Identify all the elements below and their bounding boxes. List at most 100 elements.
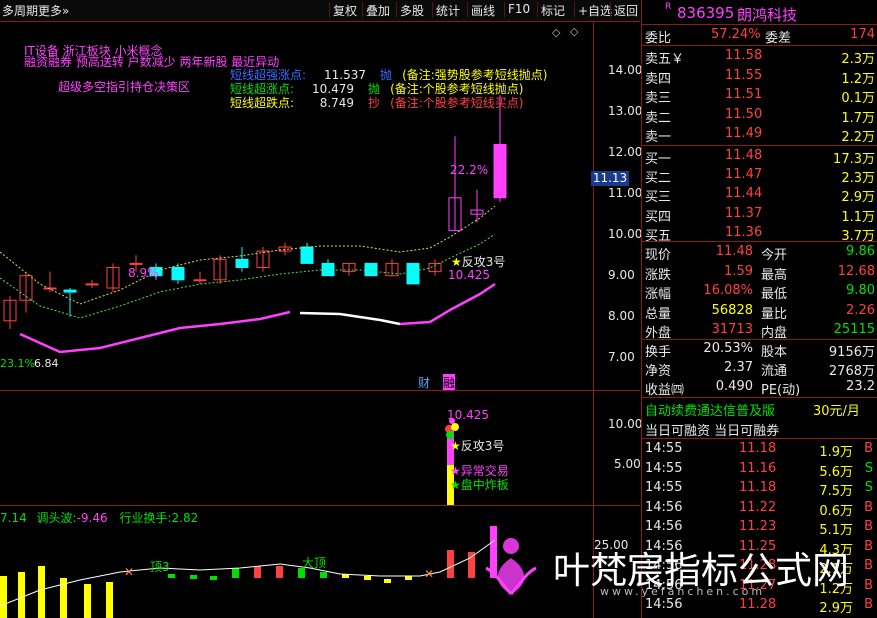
support-line-white (299, 311, 401, 326)
low-value-label: 6.84 (34, 357, 59, 370)
volume-bar (384, 579, 391, 583)
toolbar-button-3[interactable]: 统计 (436, 2, 460, 19)
ask-row: 卖四 11.55 1.2万 (645, 67, 875, 87)
volume-bar (106, 582, 113, 618)
volume-bar (364, 576, 371, 580)
note-row-2: 短线超跌点: 8.749 抄 (备注:个股参考短线买点) (230, 96, 524, 110)
trade-tick-row: 14:55 11.18 7.5万 S (645, 480, 873, 499)
trade-tick-row: 14:56 11.23 5.1万 B (645, 519, 873, 538)
sub1-tag-3: ★盘中炸板 (450, 478, 509, 492)
stat-row: 总量 56828 量比 2.26 (645, 302, 875, 322)
candle-body (43, 287, 57, 290)
more-button[interactable]: 更多» (38, 2, 69, 19)
main-chart: ◇ ◇ IT设备 浙江板块 小米概念 融资融券 预高送转 户数减少 两年新股 最… (0, 22, 643, 391)
sub2-header: 7.14 调头波:-9.46 行业换手:2.82 (0, 511, 199, 525)
toolbar-button-6[interactable]: 标记 (541, 2, 565, 19)
sub1-tag-1: ★反攻3号 (450, 439, 505, 453)
toolbar-button-7[interactable]: +自选 (578, 2, 612, 19)
candle-body (63, 289, 77, 293)
stat-row: 现价 11.48 今开 9.86 (645, 244, 875, 263)
sub-chart-1: 10.425 ★反攻3号 ★异常交易 ★盘中炸板 10.00 5.00 (0, 391, 643, 505)
toolbar-button-8[interactable]: 返回 (614, 2, 638, 19)
quote-panel: R 836395 朗鸿科技 委比 57.24% 委差 174 卖五￥ 11.58 2… (641, 0, 877, 618)
volume-bar (254, 566, 261, 578)
bid-row: 买二 11.47 2.3万 (645, 167, 875, 187)
stat2-row: 净资 2.37 流通 2768万 (645, 360, 875, 379)
toolbar-button-5[interactable]: F10 (508, 2, 530, 16)
sub1-value: 10.425 (447, 408, 489, 422)
toolbar: 多周期 更多» 复权 叠加 多股 统计 画线 F10 标记 +自选 返回 (0, 0, 640, 22)
ask-row: 卖一 11.49 2.2万 (645, 126, 875, 146)
ask-row: 卖二 11.50 1.7万 (645, 106, 875, 126)
trend-line (0, 539, 496, 607)
trade-tick-row: 14:55 11.18 1.9万 B (645, 441, 873, 460)
stat2-row: 换手 20.53% 股本 9156万 (645, 341, 875, 360)
toolbar-button-1[interactable]: 叠加 (366, 2, 390, 19)
main-ytick: 10.00 (608, 227, 643, 241)
bid-row: 买五 11.36 3.7万 (645, 224, 875, 244)
candle-body (129, 262, 143, 265)
tag-top: 大顶 (302, 556, 327, 570)
toolbar-button-2[interactable]: 多股 (400, 2, 424, 19)
candle-body (235, 258, 249, 269)
candle-body (171, 267, 185, 281)
price-tag: 11.13 (591, 171, 629, 186)
period-selector[interactable]: 多周期 (2, 2, 38, 19)
main-ytick: 8.00 (608, 309, 635, 323)
main-ytick: 9.00 (608, 268, 635, 282)
main-ytick: 13.00 (608, 104, 643, 118)
volume-bar (405, 576, 412, 580)
candle-body (300, 246, 314, 264)
weibi-row: 委比 57.24% 委差 174 (645, 27, 875, 46)
ask-row: 卖三 11.51 0.1万 (645, 87, 875, 107)
volume-bar (320, 572, 327, 578)
mid-band (0, 233, 496, 319)
cross-marker: ✕ (424, 567, 434, 581)
bid-row: 买一 11.48 17.3万 (645, 148, 875, 167)
pct-label-1: 8.9% (128, 266, 159, 280)
volume-bar (84, 584, 91, 618)
toolbar-button-0[interactable]: 复权 (333, 2, 357, 19)
header-line3: 超级多空指引持仓决策区 (58, 80, 191, 94)
fangong-value: 10.425 (448, 268, 490, 282)
volume-bar (276, 566, 283, 578)
volume-bar (18, 572, 25, 618)
tag-bottom: 顶3 (150, 560, 170, 574)
stat-row: 外盘 31713 内盘 25115 (645, 322, 875, 341)
stock-name: 朗鸿科技 (737, 6, 798, 24)
finance-icon[interactable]: 财 (418, 374, 430, 391)
volume-bar (468, 552, 475, 578)
sub1-ytick: 10.00 (608, 417, 643, 431)
support-line-2 (399, 282, 496, 326)
candle-body (85, 283, 99, 286)
volume-bar (447, 550, 454, 578)
signal-dot (451, 423, 459, 431)
low-pct-label: 23.1% (0, 357, 35, 370)
bid-row: 买四 11.37 1.1万 (645, 205, 875, 225)
trade-tick-row: 14:55 11.16 5.6万 S (645, 460, 873, 480)
pct-label-2: 22.2% (450, 163, 489, 177)
watermark-url: www.yefanchen.com (600, 585, 766, 598)
candle-body (364, 262, 378, 277)
margin-status: 当日可融资 当日可融券 (645, 424, 780, 439)
margin-icon[interactable]: 融 (443, 374, 456, 391)
candle-body (406, 262, 420, 285)
volume-bar (190, 575, 197, 579)
trade-tick-row: 14:56 11.28 2.9万 B (645, 597, 873, 616)
ask-row: 卖五￥ 11.58 2.3万 (645, 48, 875, 67)
toolbar-button-4[interactable]: 画线 (471, 2, 495, 19)
candle-body (493, 144, 507, 199)
upper-band (0, 205, 496, 305)
stat2-row: 收益㈣ 0.490 PE(动) 23.2 (645, 379, 875, 398)
ad-banner[interactable]: 自动续费通达信普及版 30元/月 (641, 398, 877, 419)
volume-bar (0, 576, 7, 618)
stat-row: 涨幅 16.08% 最低 9.80 (645, 283, 875, 302)
volume-bar (210, 576, 217, 580)
support-line (19, 310, 291, 354)
candle-body (193, 279, 207, 282)
stock-title: R 836395 朗鸿科技 (665, 2, 798, 24)
main-ytick: 12.00 (608, 145, 643, 159)
volume-bar (38, 566, 45, 618)
cross-marker: ✕ (124, 565, 134, 579)
stat-row: 涨跌 1.59 最高 12.68 (645, 263, 875, 283)
